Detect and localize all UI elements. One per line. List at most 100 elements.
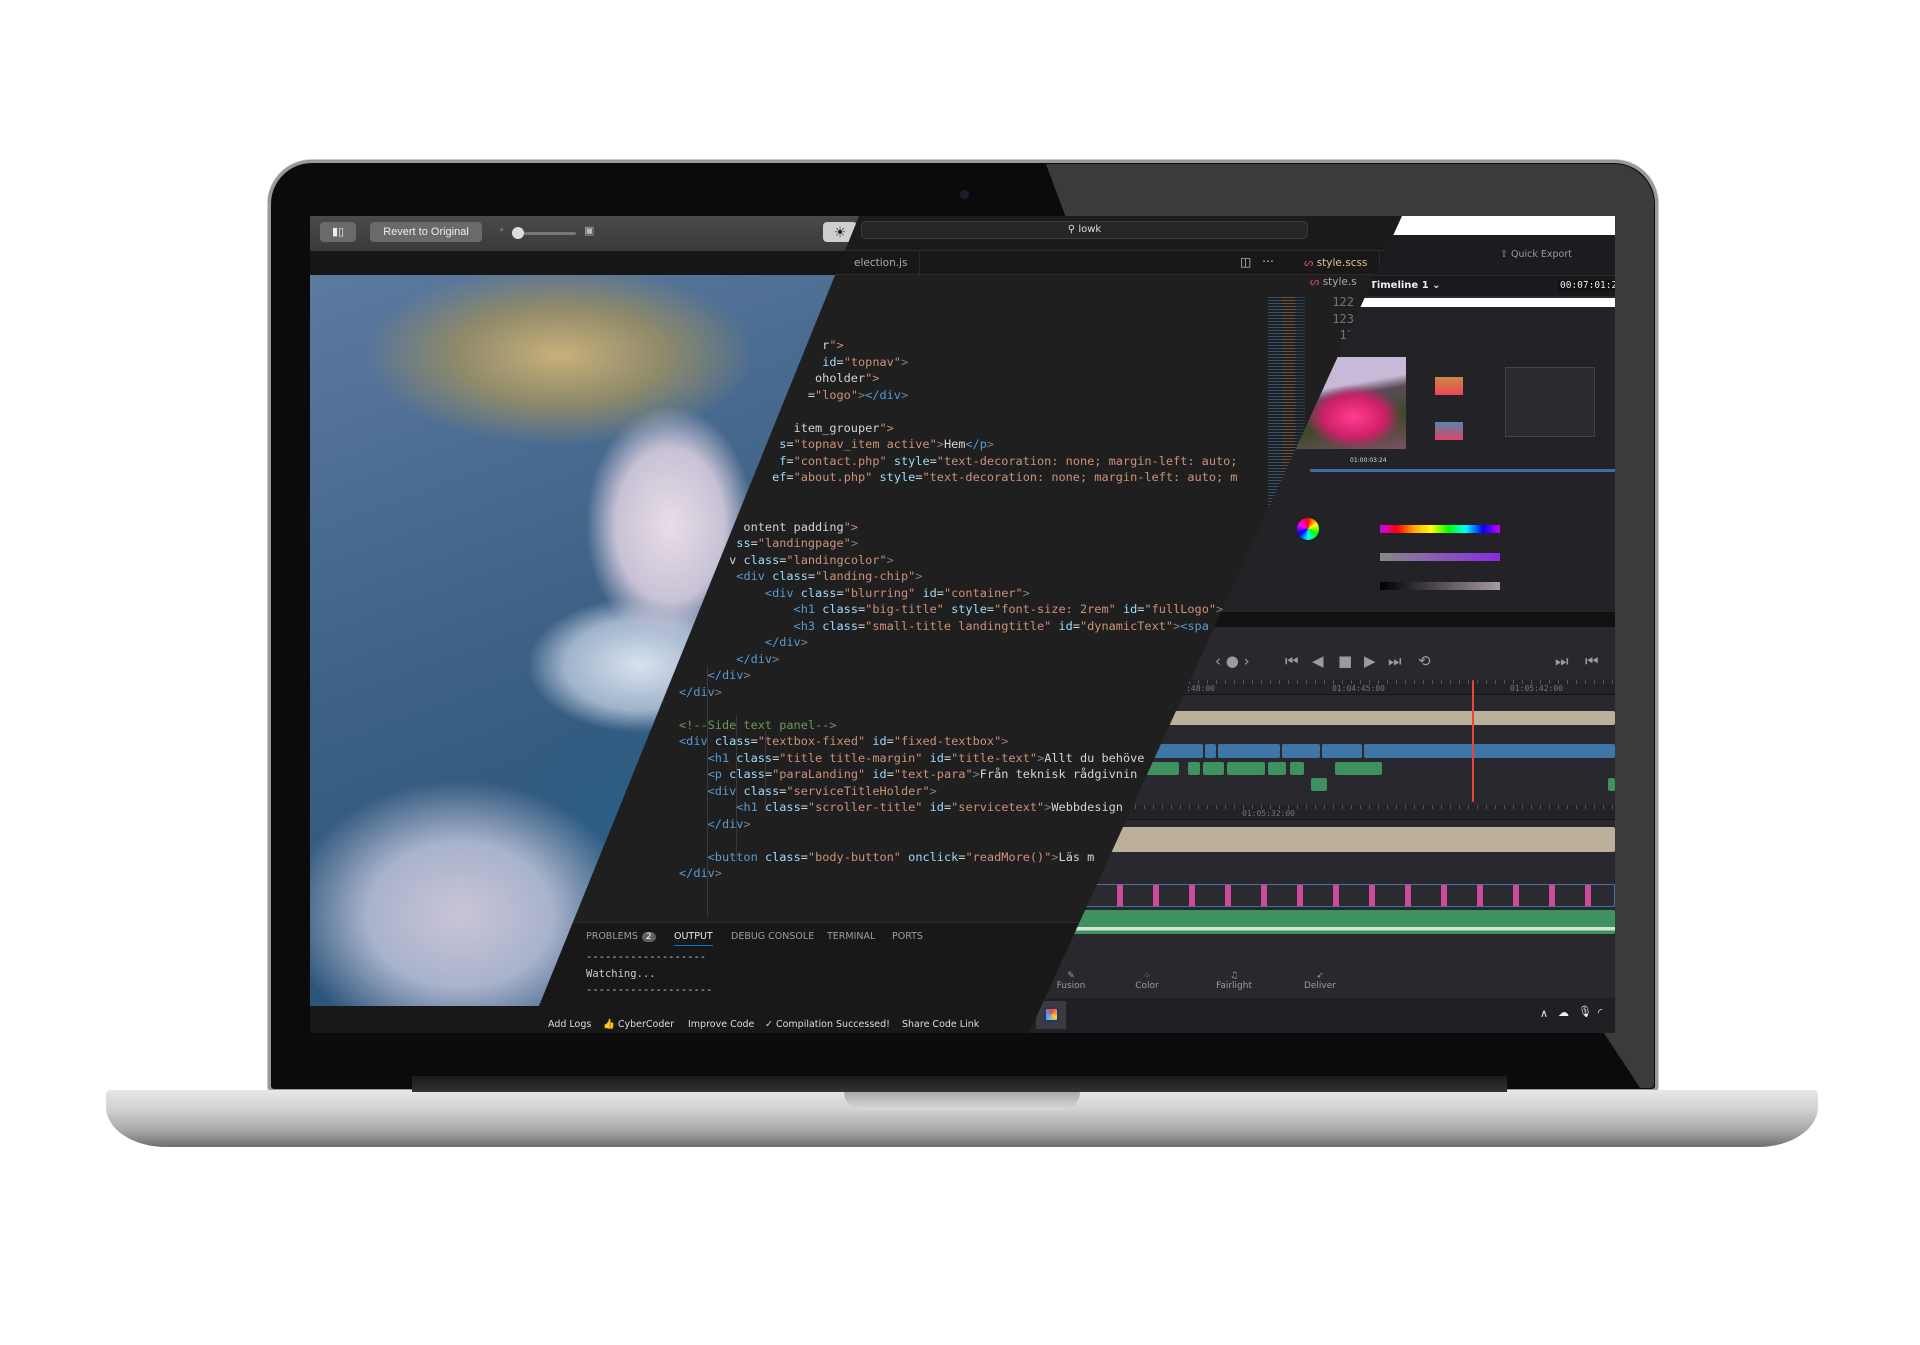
split-view-button[interactable]: ▮▯ xyxy=(320,222,356,242)
tab-style-scss[interactable]: ᔕ style.scss xyxy=(1300,251,1381,275)
status-cybercoder[interactable]: 👍 CyberCoder xyxy=(603,1019,674,1030)
tab-terminal[interactable]: TERMINAL xyxy=(827,931,875,942)
audio-clip[interactable] xyxy=(1268,762,1286,775)
windows-taskbar: ∧ ☁ 🎙 ◜ xyxy=(1029,998,1615,1033)
tab-ports[interactable]: PORTS xyxy=(892,931,923,942)
audio-clip[interactable] xyxy=(1335,762,1382,775)
video-clip[interactable] xyxy=(1322,744,1362,758)
context-menu xyxy=(1505,367,1595,437)
quick-export-button[interactable]: ⇪ Quick Export xyxy=(1500,249,1572,260)
status-improve-code[interactable]: Improve Code xyxy=(688,1019,754,1030)
code-line: item_grouper"> xyxy=(679,420,894,435)
code-line: <p class="paraLanding" id="text-para">Fr… xyxy=(707,767,1138,781)
sass-icon: ᔕ xyxy=(1304,257,1317,269)
output-line: Watching... xyxy=(586,968,656,980)
zoom-slider[interactable] xyxy=(512,227,576,239)
ruler-label: 01:04:45:00 xyxy=(1332,684,1385,693)
large-thumbnail-icon: ▣ xyxy=(584,225,595,237)
tab-problems[interactable]: PROBLEMS 2 xyxy=(586,931,656,942)
split-editor-icon[interactable]: ◫ xyxy=(1240,255,1251,269)
code-editor[interactable]: r"> id="topnav"> oholder"> ="logo"></div… xyxy=(679,337,1237,882)
timeline-selector[interactable]: Timeline 1 ⌄ xyxy=(1370,280,1441,291)
color-wheel-icon[interactable] xyxy=(1294,515,1322,543)
tab-style-s[interactable]: ᔕ style.s xyxy=(1310,276,1357,288)
audio-clip[interactable] xyxy=(1311,778,1327,791)
white-bar xyxy=(1370,216,1615,235)
code-line: v class="landingcolor"> xyxy=(679,552,894,567)
code-line: <h1 class="big-title" style="font-size: … xyxy=(793,602,1224,616)
output-line: -------------------- xyxy=(586,984,713,996)
code-line: id="topnav"> xyxy=(822,354,909,369)
status-compilation[interactable]: ✓ Compilation Successed! xyxy=(765,1019,890,1030)
skip-to-start-icon[interactable]: ⏮ xyxy=(1285,652,1299,670)
page-fairlight[interactable]: ♫ Fairlight xyxy=(1209,971,1259,991)
saturation-bar xyxy=(1380,553,1500,561)
ruler-label: 01:05:42:00 xyxy=(1510,684,1563,693)
tab-output[interactable]: OUTPUT xyxy=(674,931,713,946)
luminance-bar xyxy=(1380,582,1500,590)
code-line: ontent padding"> xyxy=(679,519,858,534)
audio-clip[interactable] xyxy=(1290,762,1304,775)
music-note-icon: ♫ xyxy=(1229,971,1239,981)
stop-icon[interactable]: ■ xyxy=(1338,652,1352,670)
code-line: <div class="textbox-fixed" id="fixed-tex… xyxy=(679,734,1009,748)
ruler-label: 01:05:32:00 xyxy=(1242,809,1295,818)
code-line: <button class="body-button" onclick="rea… xyxy=(707,849,1095,864)
zoom-slider-thumb[interactable] xyxy=(512,227,524,239)
page-color[interactable]: ⁘ Color xyxy=(1122,971,1172,991)
code-line: </div> xyxy=(679,684,722,699)
line-number: 123 xyxy=(1332,311,1354,326)
status-share-code-link[interactable]: Share Code Link xyxy=(902,1019,979,1030)
next-edit-icon[interactable]: ⏭ xyxy=(1555,652,1569,670)
page-deliver[interactable]: ➶ Deliver xyxy=(1295,971,1345,991)
microphone-icon[interactable]: 🎙 xyxy=(1578,1005,1592,1018)
tab-debug-console[interactable]: DEBUG CONSOLE xyxy=(731,931,814,942)
audio-clip[interactable] xyxy=(1608,778,1615,791)
output-line: ------------------- xyxy=(586,951,707,963)
code-line: r"> xyxy=(679,338,844,352)
loop-icon[interactable]: ⟲ xyxy=(1418,652,1431,670)
cloud-icon[interactable]: ☁ xyxy=(1558,1006,1569,1019)
problems-count-badge: 2 xyxy=(641,932,656,942)
code-line: ef="about.php" style="text-decoration: n… xyxy=(772,470,1238,484)
mini-timeline xyxy=(1310,469,1615,472)
reverse-play-icon[interactable]: ◀ xyxy=(1312,652,1324,670)
sass-icon: ᔕ xyxy=(1310,276,1323,288)
code-line: </div> xyxy=(707,816,751,831)
prev-edit-icon[interactable]: ⏮ xyxy=(1585,652,1599,670)
node-1[interactable] xyxy=(1435,377,1463,395)
davinci-resolve-icon xyxy=(1043,1007,1059,1022)
skip-to-end-icon[interactable]: ⏭ xyxy=(1388,652,1402,670)
laptop-hinge xyxy=(412,1076,1507,1092)
playhead[interactable] xyxy=(1472,680,1474,802)
timecode: 00:07:01:25 xyxy=(1558,280,1615,291)
play-icon[interactable]: ▶ xyxy=(1364,652,1376,670)
code-line: ="logo"></div> xyxy=(679,387,909,402)
revert-to-original-button[interactable]: Revert to Original xyxy=(370,222,482,242)
tray-chevron-icon[interactable]: ∧ xyxy=(1540,1007,1548,1020)
windows-taskbar-preview xyxy=(1210,612,1615,627)
video-clip[interactable] xyxy=(1282,744,1320,758)
code-line: </div> xyxy=(736,651,780,666)
code-line: ss="landingpage"> xyxy=(736,536,859,550)
wifi-icon[interactable]: ◜ xyxy=(1598,1006,1602,1019)
more-actions-icon[interactable]: ⋯ xyxy=(1262,254,1274,268)
viewer-timecode: 01:00:03:24 xyxy=(1350,457,1387,464)
code-line: <div class="landing-chip"> xyxy=(736,569,923,583)
status-add-logs[interactable]: Add Logs xyxy=(548,1019,591,1030)
node-2[interactable] xyxy=(1435,422,1463,440)
video-clip[interactable] xyxy=(1364,744,1615,758)
laptop-screen: ⚲ lowk election.js ◫ ⋯ ᔕ style.scss ᔕ st… xyxy=(310,216,1615,1033)
code-line: oholder"> xyxy=(679,371,880,385)
export-icon: ⇪ xyxy=(1500,249,1511,260)
webcam xyxy=(960,190,969,199)
command-search-input[interactable]: ⚲ lowk xyxy=(861,221,1308,239)
tab-election-js[interactable]: election.js xyxy=(850,251,921,275)
laptop-notch xyxy=(844,1092,1080,1110)
search-icon: ⚲ xyxy=(1067,224,1079,235)
line-number: 122 xyxy=(1332,295,1354,309)
